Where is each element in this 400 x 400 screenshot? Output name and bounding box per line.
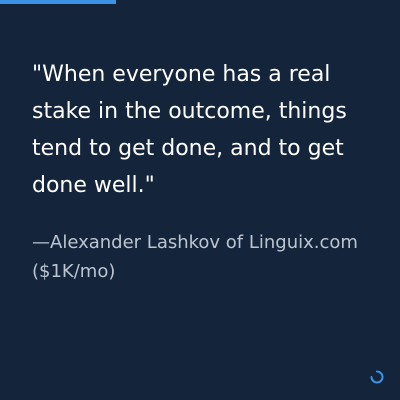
quote-text: "When everyone has a real stake in the o…	[32, 62, 347, 198]
quote-attribution: —Alexander Lashkov of Linguix.com ($1K/m…	[32, 232, 358, 282]
quote-card: "When everyone has a real stake in the o…	[0, 0, 400, 400]
top-accent-bar	[0, 0, 116, 4]
loading-spinner-icon	[370, 370, 384, 384]
